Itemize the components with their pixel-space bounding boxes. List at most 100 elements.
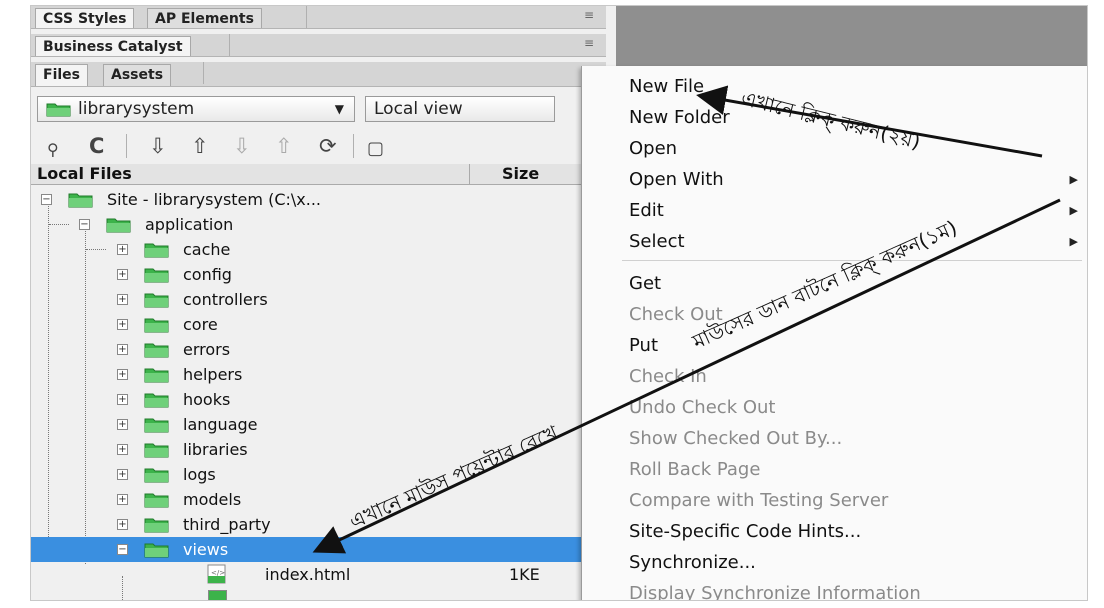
menu-item-undo-check-out[interactable]: Undo Check Out: [582, 393, 1087, 424]
expand-icon[interactable]: +: [117, 444, 128, 455]
menu-item-label: Open: [629, 138, 678, 159]
folder-icon: [144, 543, 169, 558]
tree-row[interactable]: + hooks: [31, 387, 606, 412]
tree-row-file[interactable]: </> index.html 1KE: [31, 562, 606, 587]
file-name: index.html: [265, 565, 351, 584]
folder-icon: [144, 393, 169, 408]
expand-icon[interactable]: +: [117, 244, 128, 255]
folder-icon: [106, 218, 131, 233]
connect-icon[interactable]: ⚲: [47, 140, 59, 159]
menu-item-label: Synchronize...: [629, 552, 756, 573]
column-size-label: Size: [502, 164, 540, 183]
panel-menu-icon[interactable]: ≡: [584, 36, 594, 50]
expand-icon[interactable]: +: [117, 419, 128, 430]
tree-row[interactable]: + cache: [31, 237, 606, 262]
menu-item-roll-back-page[interactable]: Roll Back Page: [582, 455, 1087, 486]
menu-item-label: Select: [629, 231, 685, 252]
check-out-icon[interactable]: ⇩: [233, 134, 251, 158]
folder-icon: [144, 368, 169, 383]
tree-row[interactable]: + controllers: [31, 287, 606, 312]
tree-item-label: hooks: [183, 390, 231, 409]
tree-row-selected[interactable]: − views: [31, 537, 606, 562]
view-dropdown[interactable]: Local view: [365, 96, 555, 122]
site-dropdown-value: librarysystem: [78, 99, 195, 119]
tree-item-label: helpers: [183, 365, 243, 384]
column-local-files[interactable]: Local Files: [31, 164, 469, 185]
collapse-icon[interactable]: −: [117, 544, 128, 555]
tree-row[interactable]: + core: [31, 312, 606, 337]
tab-divider: [203, 62, 204, 84]
menu-item-label: Show Checked Out By...: [629, 428, 843, 449]
menu-item-label: Open With: [629, 169, 724, 190]
tab-assets[interactable]: Assets: [103, 64, 172, 86]
tree-item-label: logs: [183, 465, 216, 484]
tree-row[interactable]: + errors: [31, 337, 606, 362]
menu-item-put[interactable]: Put: [582, 331, 1087, 362]
menu-item-check-out[interactable]: Check Out: [582, 300, 1087, 331]
menu-item-label: Put: [629, 335, 659, 356]
menu-item-display-synchronize-information[interactable]: Display Synchronize Information: [582, 579, 1087, 601]
tree-item-label: application: [145, 215, 234, 234]
tree-item-label: language: [183, 415, 258, 434]
folder-icon: [68, 193, 93, 208]
tree-item-label: cache: [183, 240, 231, 259]
sync-icon[interactable]: ⟳: [319, 134, 337, 158]
collapse-icon[interactable]: −: [41, 194, 52, 205]
expand-icon[interactable]: +: [117, 519, 128, 530]
files-panel: CSS Styles AP Elements ≡ Business Cataly…: [31, 6, 616, 600]
tree-item-label: controllers: [183, 290, 268, 309]
panel-group-css: CSS Styles AP Elements ≡: [31, 6, 606, 29]
tree-item-label: libraries: [183, 440, 248, 459]
expand-icon[interactable]: +: [117, 494, 128, 505]
menu-item-show-checked-out-by[interactable]: Show Checked Out By...: [582, 424, 1087, 455]
tree-row[interactable]: + config: [31, 262, 606, 287]
folder-icon: [144, 293, 169, 308]
tree-row[interactable]: + models: [31, 487, 606, 512]
menu-item-label: Check In: [629, 366, 707, 387]
menu-item-open-with[interactable]: Open With ▶: [582, 165, 1087, 196]
expand-icon[interactable]: +: [117, 469, 128, 480]
menu-item-compare-with-testing-server[interactable]: Compare with Testing Server: [582, 486, 1087, 517]
menu-item-edit[interactable]: Edit ▶: [582, 196, 1087, 227]
menu-item-site-specific-code-hints[interactable]: Site-Specific Code Hints...: [582, 517, 1087, 548]
tree-row[interactable]: − Site - librarysystem (C:\x...: [31, 187, 606, 212]
tab-css-styles[interactable]: CSS Styles: [35, 8, 135, 28]
tab-files[interactable]: Files: [35, 64, 88, 86]
tree-item-label: models: [183, 490, 242, 509]
expand-icon[interactable]: +: [117, 319, 128, 330]
expand-icon[interactable]: +: [117, 394, 128, 405]
expand-icon[interactable]: +: [117, 369, 128, 380]
expand-icon[interactable]: +: [117, 344, 128, 355]
collapse-icon[interactable]: −: [79, 219, 90, 230]
tree-row[interactable]: + helpers: [31, 362, 606, 387]
file-size: 1KE: [509, 565, 540, 584]
tree-row[interactable]: + third_party: [31, 512, 606, 537]
menu-item-label: New Folder: [629, 107, 730, 128]
folder-icon: [144, 443, 169, 458]
expand-icon[interactable]: +: [117, 269, 128, 280]
menu-item-label: Roll Back Page: [629, 459, 761, 480]
panel-menu-icon[interactable]: ≡: [584, 8, 594, 22]
site-dropdown[interactable]: librarysystem ▼: [37, 96, 355, 122]
menu-item-new-file[interactable]: New File: [582, 72, 1087, 103]
expand-icon[interactable]: +: [117, 294, 128, 305]
tab-business-catalyst[interactable]: Business Catalyst: [35, 36, 191, 56]
dreamweaver-window: CSS Styles AP Elements ≡ Business Cataly…: [30, 5, 1088, 601]
get-icon[interactable]: ⇩: [149, 134, 167, 158]
folder-icon: [144, 318, 169, 333]
html-file-icon: [208, 590, 227, 600]
tree-item-label: config: [183, 265, 232, 284]
menu-item-synchronize[interactable]: Synchronize...: [582, 548, 1087, 579]
tree-row[interactable]: − application: [31, 212, 606, 237]
tab-ap-elements[interactable]: AP Elements: [147, 8, 262, 28]
menu-item-select[interactable]: Select ▶: [582, 227, 1087, 258]
refresh-icon[interactable]: C: [89, 134, 104, 158]
folder-icon: [144, 518, 169, 533]
expand-icon[interactable]: ▢: [367, 138, 384, 159]
check-in-icon[interactable]: ⇧: [275, 134, 293, 158]
folder-icon: [46, 103, 71, 117]
menu-item-check-in[interactable]: Check In: [582, 362, 1087, 393]
put-icon[interactable]: ⇧: [191, 134, 209, 158]
menu-item-label: Display Synchronize Information: [629, 583, 921, 601]
menu-item-label: Site-Specific Code Hints...: [629, 521, 862, 542]
